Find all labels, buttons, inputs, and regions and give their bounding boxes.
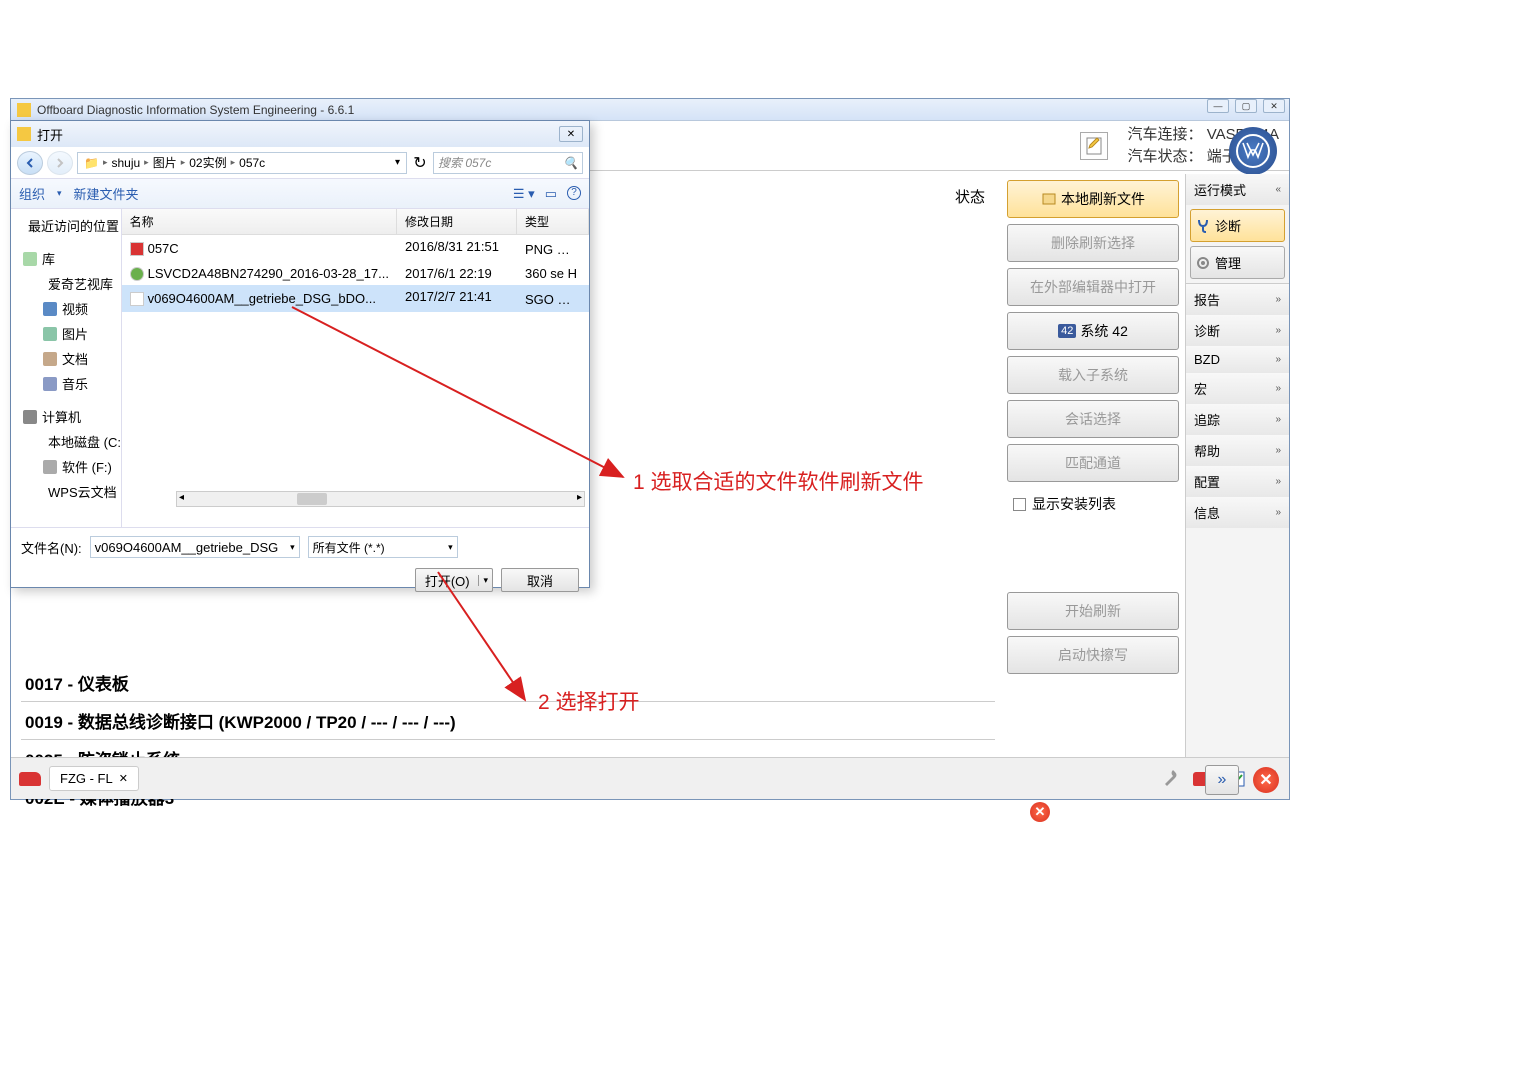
file-row-selected[interactable]: v069O4600AM__getriebe_DSG_bDO... 2017/2/… [122, 285, 589, 312]
right-sidebar: 运行模式« 诊断 管理 报告» 诊断» BZD» 宏» 追踪» 帮助» 配置» … [1185, 174, 1289, 794]
nav-forward-button[interactable] [47, 151, 73, 175]
note-icon[interactable] [1080, 132, 1108, 160]
col-name[interactable]: 名称 [122, 209, 397, 234]
app-icon [17, 103, 31, 117]
tree-library[interactable]: 库 [15, 246, 117, 271]
sidebar-trace[interactable]: 追踪» [1186, 404, 1289, 435]
file-row[interactable]: 057C 2016/8/31 21:51 PNG 图像 [122, 235, 589, 262]
annotation-2: 2 选择打开 [538, 686, 640, 716]
app-titlebar: Offboard Diagnostic Information System E… [11, 99, 1289, 121]
sidebar-bzd[interactable]: BZD» [1186, 346, 1289, 373]
sidebar-config[interactable]: 配置» [1186, 466, 1289, 497]
tree-disk-f[interactable]: 软件 (F:) [15, 454, 117, 479]
close-tab-icon[interactable]: ✕ [119, 772, 128, 785]
load-subsystem-button[interactable]: 载入子系统 [1007, 356, 1179, 394]
search-icon: 🔍 [563, 156, 578, 170]
sidebar-run-mode[interactable]: 运行模式« [1186, 174, 1289, 205]
module-row[interactable]: 0019 - 数据总线诊断接口 (KWP2000 / TP20 / --- / … [21, 702, 995, 740]
wrench-icon[interactable] [1159, 766, 1185, 792]
annotation-1: 1 选取合适的文件软件刷新文件 [633, 466, 924, 496]
search-input[interactable]: 搜索 057c 🔍 [433, 152, 583, 174]
open-external-button[interactable]: 在外部编辑器中打开 [1007, 268, 1179, 306]
start-flash-button[interactable]: 启动快擦写 [1007, 636, 1179, 674]
col-type[interactable]: 类型 [517, 209, 589, 234]
match-channel-button[interactable]: 匹配通道 [1007, 444, 1179, 482]
file-open-dialog: 打开 ✕ 📁 ▸shuju ▸图片 ▸02实例 ▸057c ▾ ↻ 搜索 057… [10, 120, 590, 588]
app-title: Offboard Diagnostic Information System E… [37, 103, 354, 117]
folder-tree: 最近访问的位置 库 爱奇艺视库 视频 图片 文档 音乐 计算机 本地磁盘 (C:… [11, 209, 122, 527]
delete-selection-button[interactable]: 删除刷新选择 [1007, 224, 1179, 262]
new-folder-button[interactable]: 新建文件夹 [74, 184, 139, 203]
vw-logo [1229, 127, 1277, 175]
sidebar-info[interactable]: 信息» [1186, 497, 1289, 528]
dialog-title: 打开 [37, 125, 63, 144]
tree-wps[interactable]: WPS云文档 [15, 479, 117, 504]
tree-recent[interactable]: 最近访问的位置 [15, 213, 117, 238]
sidebar-diagnosis2[interactable]: 诊断» [1186, 315, 1289, 346]
dialog-close-button[interactable]: ✕ [559, 126, 583, 142]
tree-pictures[interactable]: 图片 [15, 321, 117, 346]
cancel-button[interactable]: 取消 [501, 568, 579, 592]
file-list: 名称 修改日期 类型 057C 2016/8/31 21:51 PNG 图像 L… [122, 209, 589, 527]
tree-iqiyi[interactable]: 爱奇艺视库 [15, 271, 117, 296]
view-menu[interactable]: ☰ ▾ [513, 186, 535, 202]
filename-label: 文件名(N): [21, 538, 82, 557]
bottom-bar: FZG - FL ✕ » ✕ [11, 757, 1289, 799]
start-refresh-button[interactable]: 开始刷新 [1007, 592, 1179, 630]
open-button[interactable]: 打开(O)▾ [415, 568, 493, 592]
nav-back-button[interactable] [17, 151, 43, 175]
col-date[interactable]: 修改日期 [397, 209, 517, 234]
module-row[interactable]: 0017 - 仪表板 [21, 664, 995, 702]
dialog-nav: 📁 ▸shuju ▸图片 ▸02实例 ▸057c ▾ ↻ 搜索 057c 🔍 [11, 147, 589, 179]
sidebar-macro[interactable]: 宏» [1186, 373, 1289, 404]
breadcrumb-path[interactable]: 📁 ▸shuju ▸图片 ▸02实例 ▸057c ▾ [77, 152, 407, 174]
next-button[interactable]: » [1205, 765, 1239, 795]
close-round-button[interactable]: ✕ [1253, 767, 1279, 793]
maximize-button[interactable]: ▢ [1235, 99, 1257, 113]
system-button[interactable]: 42 系统 42 [1007, 312, 1179, 350]
close-button[interactable]: ✕ [1263, 99, 1285, 113]
sidebar-report[interactable]: 报告» [1186, 284, 1289, 315]
error-icon: ✕ [1030, 802, 1050, 822]
sidebar-admin-button[interactable]: 管理 [1190, 246, 1285, 279]
bottom-tab[interactable]: FZG - FL ✕ [49, 766, 139, 791]
preview-pane-toggle[interactable]: ▭ [545, 186, 557, 202]
minimize-button[interactable]: — [1207, 99, 1229, 113]
dialog-icon [17, 127, 31, 141]
show-install-checkbox[interactable]: 显示安装列表 [1007, 488, 1179, 520]
filename-input[interactable]: v069O4600AM__getriebe_DSG▾ [90, 536, 300, 558]
organize-menu[interactable]: 组织 [19, 184, 45, 203]
dialog-titlebar: 打开 ✕ [11, 121, 589, 147]
local-refresh-button[interactable]: 本地刷新文件 [1007, 180, 1179, 218]
action-panel: 本地刷新文件 删除刷新选择 在外部编辑器中打开 42 系统 42 载入子系统 会… [1007, 180, 1179, 674]
dialog-toolbar: 组织▾ 新建文件夹 ☰ ▾ ▭ ? [11, 179, 589, 209]
tree-music[interactable]: 音乐 [15, 371, 117, 396]
tree-video[interactable]: 视频 [15, 296, 117, 321]
column-status: 状态 [943, 182, 997, 211]
file-row[interactable]: LSVCD2A48BN274290_2016-03-28_17... 2017/… [122, 262, 589, 285]
sidebar-diagnosis-button[interactable]: 诊断 [1190, 209, 1285, 242]
filetype-filter[interactable]: 所有文件 (*.*)▾ [308, 536, 458, 558]
session-select-button[interactable]: 会话选择 [1007, 400, 1179, 438]
horizontal-scrollbar[interactable]: ◂ ▸ [176, 491, 585, 507]
sidebar-help[interactable]: 帮助» [1186, 435, 1289, 466]
tree-disk-c[interactable]: 本地磁盘 (C:) [15, 429, 117, 454]
car-icon [19, 772, 41, 786]
help-icon[interactable]: ? [567, 186, 581, 200]
tree-computer[interactable]: 计算机 [15, 404, 117, 429]
tree-documents[interactable]: 文档 [15, 346, 117, 371]
